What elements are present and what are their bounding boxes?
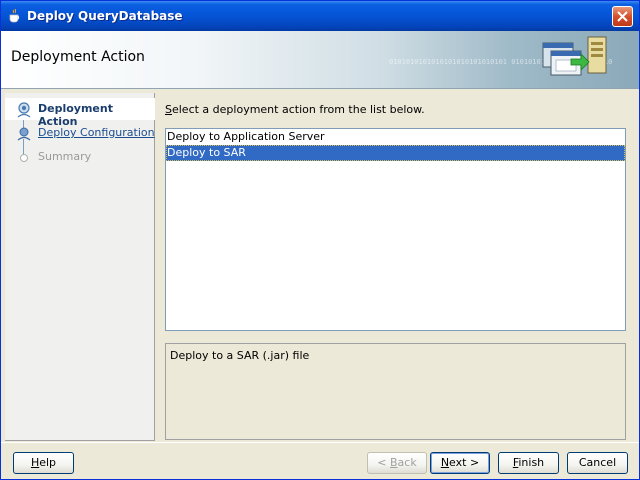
deploy-dialog: Deploy QueryDatabase Deployment Action 0… xyxy=(0,0,640,480)
next-button[interactable]: Next > xyxy=(430,452,490,474)
main-content: Select a deployment action from the list… xyxy=(156,93,636,441)
header-banner: Deployment Action 0101010101010101010101… xyxy=(1,31,639,89)
pending-step-icon xyxy=(20,154,28,162)
button-mnemonic: N xyxy=(440,456,450,469)
step-summary: Summary xyxy=(5,146,155,168)
button-mnemonic: B xyxy=(390,456,398,469)
button-mnemonic: F xyxy=(512,456,519,469)
back-button: < Back xyxy=(367,452,427,474)
list-item-deploy-to-sar[interactable]: Deploy to SAR xyxy=(166,145,625,161)
action-description: Deploy to a SAR (.jar) file xyxy=(170,349,310,362)
help-button[interactable]: Help xyxy=(13,452,74,474)
button-bar-separator xyxy=(1,442,639,443)
instruction-mnemonic: S xyxy=(165,103,172,116)
step-deploy-configuration[interactable]: Deploy Configuration xyxy=(5,122,155,144)
coffee-cup-icon xyxy=(9,8,20,23)
wizard-steps-panel: Deployment Action Deploy Configuration S… xyxy=(5,93,155,441)
deployment-server-icon xyxy=(542,36,607,76)
deployment-action-list[interactable]: Deploy to Application Server Deploy to S… xyxy=(165,128,626,331)
step-deployment-action[interactable]: Deployment Action xyxy=(5,98,155,128)
button-mnemonic: H xyxy=(30,456,40,469)
step-label: Deploy Configuration xyxy=(38,126,155,139)
list-item-deploy-to-application-server[interactable]: Deploy to Application Server xyxy=(166,129,625,145)
finish-button[interactable]: Finish xyxy=(498,452,559,474)
step-node-icon xyxy=(17,127,31,141)
instruction-text: Select a deployment action from the list… xyxy=(165,103,425,116)
cancel-button[interactable]: Cancel xyxy=(567,452,628,474)
title-bar[interactable]: Deploy QueryDatabase xyxy=(1,1,639,31)
window-title: Deploy QueryDatabase xyxy=(27,9,183,23)
close-icon xyxy=(617,11,628,22)
step-label: Summary xyxy=(38,150,92,163)
current-step-icon xyxy=(17,102,31,118)
close-button[interactable] xyxy=(612,6,633,27)
instruction-rest: elect a deployment action from the list … xyxy=(171,103,425,116)
page-title: Deployment Action xyxy=(11,49,145,65)
action-description-box: Deploy to a SAR (.jar) file xyxy=(165,343,626,440)
